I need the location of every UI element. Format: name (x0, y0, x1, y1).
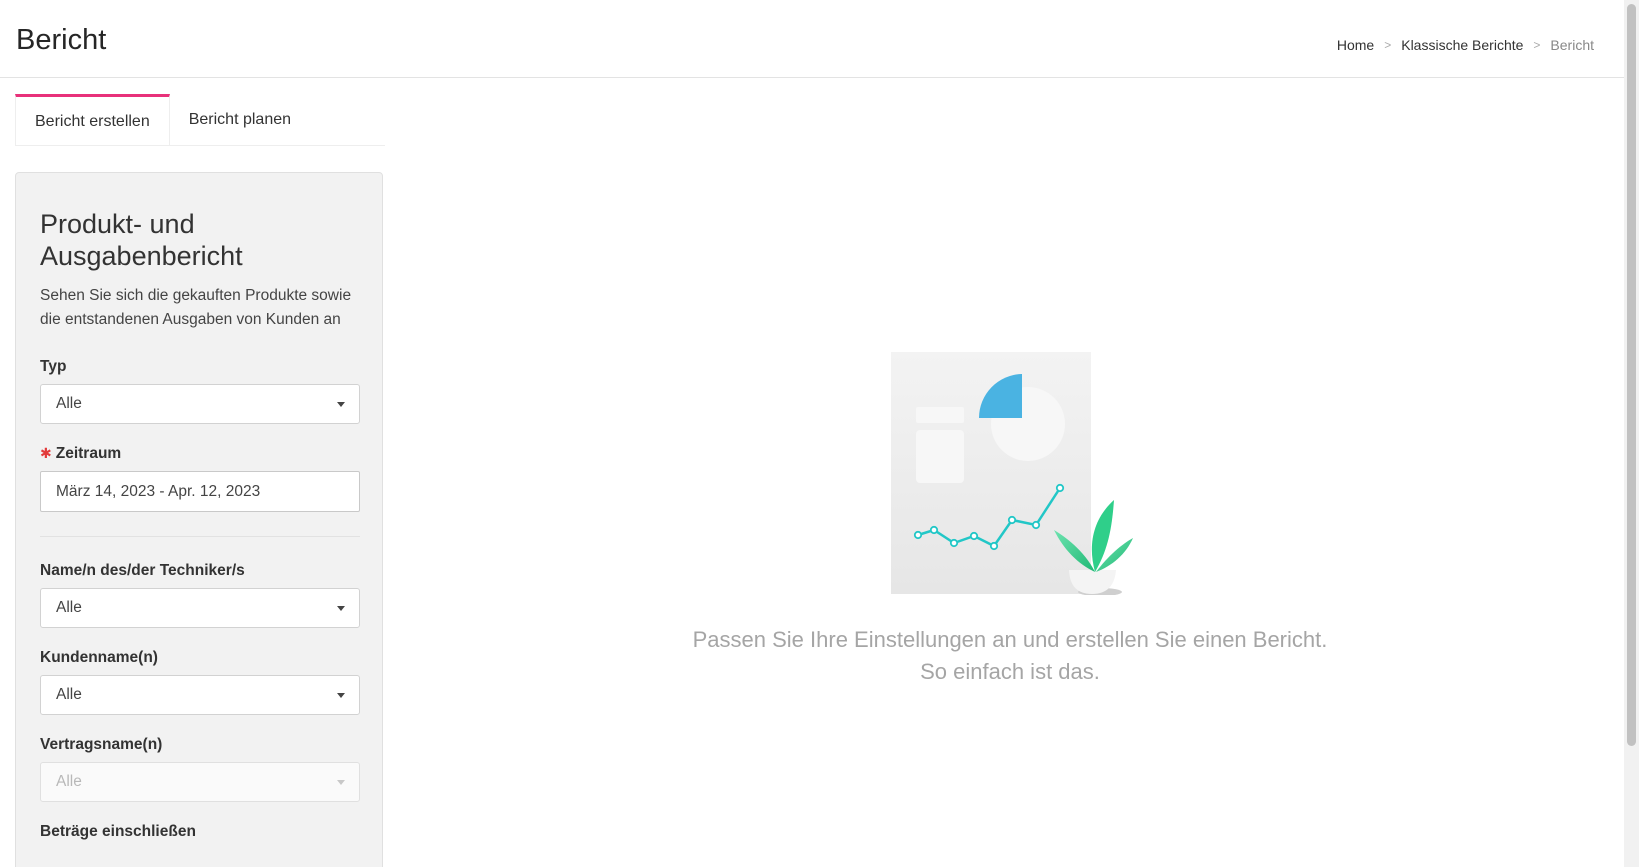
tab-bericht-planen[interactable]: Bericht planen (170, 94, 310, 146)
kunden-label: Kundenname(n) (40, 649, 158, 666)
field-zeitraum: ✱ Zeitraum März 14, 2023 - Apr. 12, 2023 (40, 445, 360, 512)
techniker-select-value: Alle (56, 599, 82, 616)
scrollbar-thumb[interactable] (1627, 4, 1636, 746)
zeitraum-date-range-input[interactable]: März 14, 2023 - Apr. 12, 2023 (40, 471, 360, 512)
techniker-select[interactable]: Alle (40, 588, 360, 628)
panel-title: Produkt- und Ausgabenbericht (40, 208, 360, 272)
empty-state-line2: So einfach ist das. (920, 659, 1100, 684)
empty-state-line1: Passen Sie Ihre Einstellungen an und ers… (692, 627, 1328, 652)
field-vertrag: Vertragsname(n) Alle (40, 736, 360, 802)
breadcrumb-current: Bericht (1550, 37, 1594, 53)
breadcrumb: Home > Klassische Berichte > Bericht (1337, 37, 1594, 53)
breadcrumb-home-link[interactable]: Home (1337, 37, 1374, 53)
kunden-select[interactable]: Alle (40, 675, 360, 715)
zeitraum-value: März 14, 2023 - Apr. 12, 2023 (56, 482, 261, 500)
field-typ: Typ Alle (40, 358, 360, 424)
report-settings-panel: Produkt- und Ausgabenbericht Sehen Sie s… (15, 172, 383, 867)
report-tabs: Bericht erstellen Bericht planen (15, 94, 385, 146)
typ-select[interactable]: Alle (40, 384, 360, 424)
field-kunden: Kundenname(n) Alle (40, 649, 360, 715)
caret-down-icon (337, 606, 345, 611)
techniker-label: Name/n des/der Techniker/s (40, 562, 245, 579)
page: Bericht Home > Klassische Berichte > Ber… (0, 0, 1639, 867)
breadcrumb-section-link[interactable]: Klassische Berichte (1401, 37, 1523, 53)
empty-report-illustration-icon (891, 352, 1133, 595)
typ-label: Typ (40, 358, 67, 375)
caret-down-icon (337, 402, 345, 407)
field-techniker: Name/n des/der Techniker/s Alle (40, 562, 360, 628)
tab-bericht-erstellen[interactable]: Bericht erstellen (15, 94, 170, 146)
kunden-select-value: Alle (56, 686, 82, 703)
breadcrumb-separator: > (1384, 38, 1392, 52)
vertrag-select: Alle (40, 762, 360, 802)
page-scrollbar[interactable] (1624, 0, 1639, 867)
required-asterisk-icon: ✱ (40, 445, 52, 461)
page-title: Bericht (16, 24, 107, 56)
panel-title-line1: Produkt- und (40, 209, 195, 239)
caret-down-icon (337, 693, 345, 698)
betraege-label: Beträge einschließen (40, 823, 196, 840)
breadcrumb-separator: > (1533, 38, 1541, 52)
vertrag-label: Vertragsname(n) (40, 736, 163, 753)
zeitraum-label: Zeitraum (55, 445, 122, 462)
panel-description: Sehen Sie sich die gekauften Produkte so… (40, 287, 352, 328)
empty-state-message: Passen Sie Ihre Einstellungen an und ers… (640, 624, 1380, 688)
typ-select-value: Alle (56, 395, 82, 412)
vertrag-select-value: Alle (56, 773, 82, 790)
field-betraege: Beträge einschließen (40, 823, 360, 841)
page-header: Bericht Home > Klassische Berichte > Ber… (0, 0, 1624, 78)
section-divider (40, 536, 360, 537)
caret-down-icon (337, 780, 345, 785)
panel-title-line2: Ausgabenbericht (40, 241, 243, 271)
